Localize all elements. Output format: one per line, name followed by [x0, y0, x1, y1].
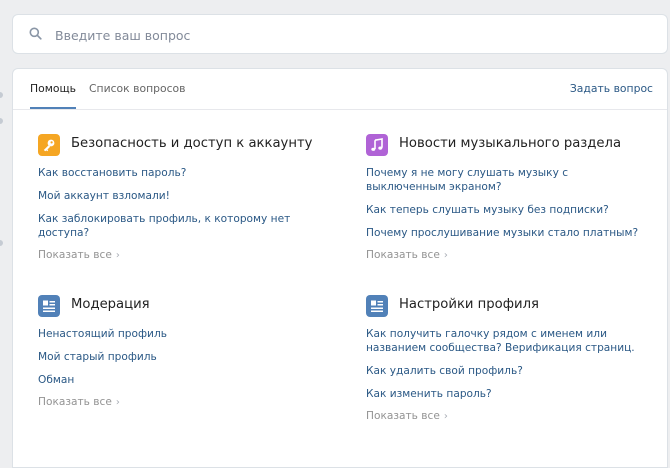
- article-icon: [38, 295, 60, 317]
- question-link[interactable]: Ненастоящий профиль: [38, 327, 338, 341]
- question-link[interactable]: Как получить галочку рядом с именем или …: [366, 327, 651, 355]
- music-note-icon: [366, 134, 388, 156]
- section-moderation: Модерация Ненастоящий профиль Мой старый…: [38, 295, 338, 408]
- show-all-label: Показать все: [38, 249, 112, 261]
- show-all-link[interactable]: Показать все ›: [366, 410, 666, 422]
- chevron-right-icon: ›: [443, 411, 448, 422]
- question-link[interactable]: Как изменить пароль?: [366, 387, 666, 401]
- question-link[interactable]: Мой аккаунт взломали!: [38, 189, 338, 203]
- tab-questions-list[interactable]: Список вопросов: [89, 69, 186, 109]
- section-title: Новости музыкального раздела: [399, 136, 622, 151]
- section-title: Настройки профиля: [399, 297, 539, 312]
- chevron-right-icon: ›: [443, 250, 448, 261]
- question-link[interactable]: Почему я не могу слушать музыку с выключ…: [366, 166, 636, 194]
- section-title: Модерация: [71, 297, 150, 312]
- section-header: Модерация: [38, 295, 338, 319]
- section-header: Новости музыкального раздела: [366, 134, 666, 158]
- edge-dot: [0, 240, 3, 246]
- show-all-link[interactable]: Показать все ›: [38, 396, 338, 408]
- help-panel: Помощь Список вопросов Задать вопрос Без…: [12, 68, 668, 468]
- edge-dot: [0, 92, 3, 98]
- key-icon: [38, 134, 60, 156]
- question-link[interactable]: Мой старый профиль: [38, 350, 338, 364]
- chevron-right-icon: ›: [115, 397, 120, 408]
- section-music-news: Новости музыкального раздела Почему я не…: [366, 134, 666, 261]
- chevron-right-icon: ›: [115, 250, 120, 261]
- tab-bar: Помощь Список вопросов Задать вопрос: [13, 69, 667, 110]
- show-all-label: Показать все: [38, 396, 112, 408]
- edge-dot: [0, 118, 3, 124]
- show-all-link[interactable]: Показать все ›: [38, 249, 338, 261]
- ask-question-link[interactable]: Задать вопрос: [570, 69, 653, 109]
- show-all-link[interactable]: Показать все ›: [366, 249, 666, 261]
- search-input[interactable]: [53, 21, 657, 49]
- show-all-label: Показать все: [366, 249, 440, 261]
- tab-help[interactable]: Помощь: [30, 69, 77, 109]
- section-header: Безопасность и доступ к аккаунту: [38, 134, 338, 158]
- section-title: Безопасность и доступ к аккаунту: [71, 136, 313, 151]
- question-link[interactable]: Обман: [38, 373, 338, 387]
- section-header: Настройки профиля: [366, 295, 666, 319]
- search-icon: [29, 27, 42, 40]
- section-profile-settings: Настройки профиля Как получить галочку р…: [366, 295, 666, 422]
- search-box[interactable]: [12, 14, 668, 54]
- question-link[interactable]: Как теперь слушать музыку без подписки?: [366, 203, 666, 217]
- article-icon: [366, 295, 388, 317]
- question-link[interactable]: Как заблокировать профиль, к которому не…: [38, 212, 338, 240]
- question-link[interactable]: Почему прослушивание музыки стало платны…: [366, 226, 666, 240]
- question-link[interactable]: Как восстановить пароль?: [38, 166, 338, 180]
- question-link[interactable]: Как удалить свой профиль?: [366, 364, 666, 378]
- show-all-label: Показать все: [366, 410, 440, 422]
- section-security: Безопасность и доступ к аккаунту Как вос…: [38, 134, 338, 261]
